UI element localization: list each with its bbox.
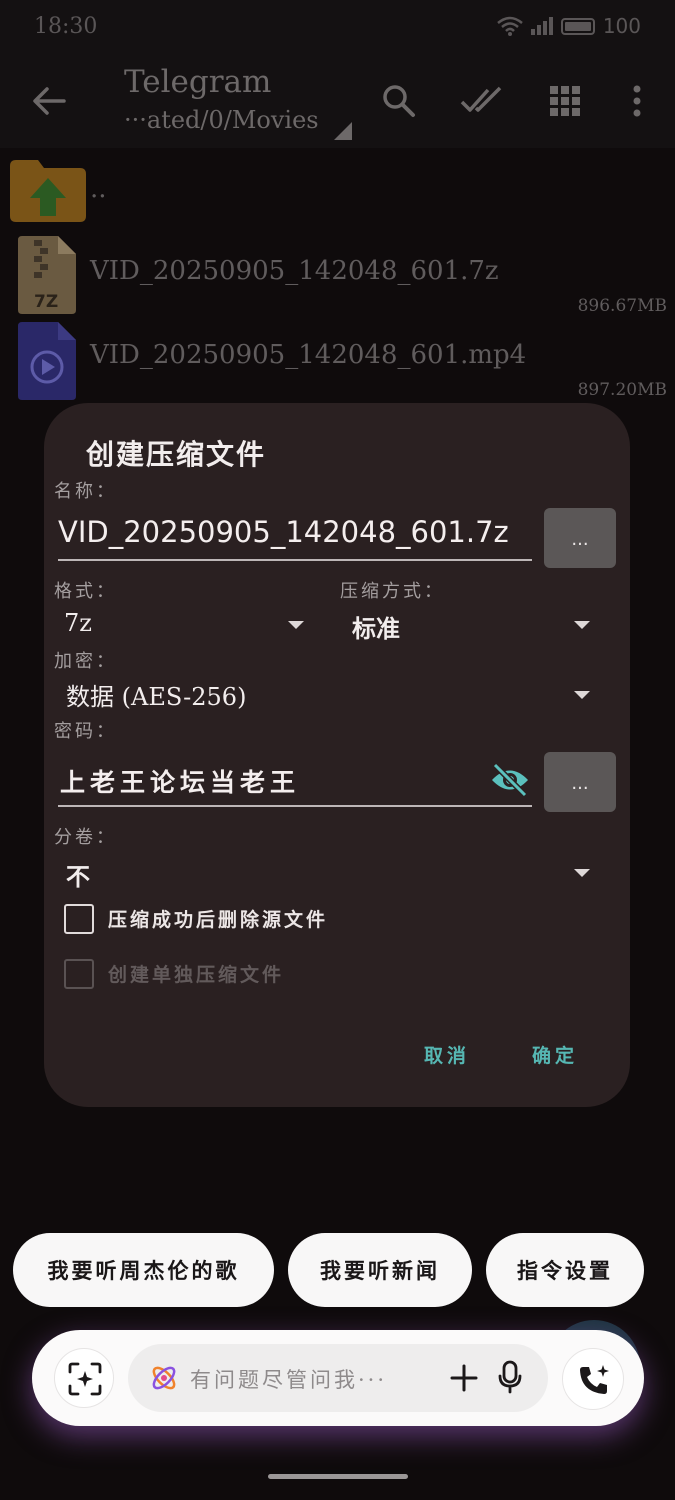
suggestion-chip-settings[interactable]: 指令设置 bbox=[486, 1233, 644, 1307]
file-name: VID_20250905_142048_601.mp4 bbox=[90, 340, 527, 370]
path-dropdown-icon[interactable] bbox=[334, 122, 352, 140]
search-icon[interactable] bbox=[382, 84, 416, 118]
file-name: .. bbox=[90, 174, 107, 204]
chevron-down-icon bbox=[574, 621, 590, 629]
password-label: 密码： bbox=[54, 721, 117, 742]
status-time: 18:30 bbox=[34, 14, 98, 39]
password-input[interactable]: 上老王论坛当老王 bbox=[60, 763, 300, 799]
back-arrow-icon[interactable] bbox=[32, 86, 66, 116]
encryption-value: 数据 (AES-256) bbox=[66, 683, 247, 711]
mic-icon[interactable] bbox=[498, 1360, 522, 1394]
ai-sparkle-icon bbox=[152, 1366, 176, 1390]
battery-icon bbox=[560, 17, 595, 35]
status-bar: 18:30 100 bbox=[0, 0, 675, 56]
file-name: VID_20250905_142048_601.7z bbox=[90, 256, 499, 286]
folder-up-icon bbox=[10, 160, 86, 222]
encryption-label: 加密： bbox=[54, 651, 117, 672]
format-select[interactable]: 7z bbox=[54, 607, 314, 645]
suggestion-chip-news[interactable]: 我要听新闻 bbox=[288, 1233, 472, 1307]
status-icons: 100 bbox=[497, 14, 641, 38]
dialog-title: 创建压缩文件 bbox=[86, 438, 267, 471]
split-value: 不 bbox=[66, 862, 90, 891]
file-size: 896.67MB bbox=[577, 296, 667, 316]
assistant-placeholder: 有问题尽管问我··· bbox=[190, 1368, 388, 1392]
cancel-button[interactable]: 取消 bbox=[424, 1041, 470, 1068]
name-input-underline bbox=[58, 559, 532, 561]
method-value: 标准 bbox=[352, 614, 400, 643]
chevron-down-icon bbox=[574, 691, 590, 699]
scan-icon bbox=[68, 1362, 102, 1396]
current-path[interactable]: ···ated/0/Movies bbox=[124, 106, 319, 134]
grid-icon[interactable] bbox=[550, 86, 580, 116]
signal-icon bbox=[530, 17, 553, 35]
visibility-off-icon[interactable] bbox=[490, 763, 530, 797]
format-label: 格式： bbox=[54, 581, 117, 602]
app-title: Telegram bbox=[124, 64, 272, 100]
double-check-icon[interactable] bbox=[460, 86, 504, 116]
password-input-underline bbox=[58, 805, 532, 807]
app-bar: Telegram ···ated/0/Movies bbox=[0, 56, 675, 148]
separate-archive-label: 创建单独压缩文件 bbox=[108, 964, 285, 986]
more-vert-icon[interactable] bbox=[630, 84, 644, 118]
video-file-icon bbox=[18, 322, 76, 400]
plus-icon[interactable] bbox=[450, 1364, 478, 1392]
method-select[interactable]: 标准 bbox=[340, 607, 600, 645]
separate-archive-checkbox bbox=[64, 959, 94, 989]
7z-badge: 7Z bbox=[34, 292, 59, 312]
chevron-down-icon bbox=[288, 621, 304, 629]
home-indicator[interactable] bbox=[268, 1474, 408, 1479]
assistant-input[interactable]: 有问题尽管问我··· bbox=[128, 1344, 548, 1412]
list-item-mp4[interactable]: VID_20250905_142048_601.mp4 897.20MB bbox=[0, 318, 675, 403]
file-size: 897.20MB bbox=[577, 380, 667, 400]
phone-sparkle-icon bbox=[580, 1365, 609, 1394]
ok-button[interactable]: 确定 bbox=[532, 1041, 578, 1068]
method-label: 压缩方式： bbox=[340, 581, 445, 602]
battery-level: 100 bbox=[602, 14, 641, 38]
name-more-button[interactable]: ... bbox=[544, 508, 616, 568]
suggestion-chip-music[interactable]: 我要听周杰伦的歌 bbox=[13, 1233, 274, 1307]
delete-source-checkbox[interactable] bbox=[64, 904, 94, 934]
chevron-down-icon bbox=[574, 869, 590, 877]
encryption-select[interactable]: 数据 (AES-256) bbox=[54, 675, 600, 715]
delete-source-label[interactable]: 压缩成功后删除源文件 bbox=[108, 905, 328, 932]
assistant-bar: 有问题尽管问我··· bbox=[32, 1330, 644, 1426]
password-more-button[interactable]: ... bbox=[544, 752, 616, 812]
name-input[interactable]: VID_20250905_142048_601.7z bbox=[58, 515, 509, 549]
split-label: 分卷： bbox=[54, 827, 117, 848]
split-select[interactable]: 不 bbox=[54, 855, 600, 895]
name-label: 名称： bbox=[54, 481, 117, 502]
list-item-7z[interactable]: 7Z VID_20250905_142048_601.7z 896.67MB bbox=[0, 232, 675, 317]
create-archive-dialog: 创建压缩文件 名称： VID_20250905_142048_601.7z ..… bbox=[44, 403, 630, 1107]
scan-button[interactable] bbox=[54, 1348, 114, 1408]
wifi-icon bbox=[497, 16, 523, 36]
call-button[interactable] bbox=[562, 1348, 624, 1410]
format-value: 7z bbox=[64, 609, 92, 637]
list-item-parent[interactable]: .. bbox=[0, 150, 675, 230]
